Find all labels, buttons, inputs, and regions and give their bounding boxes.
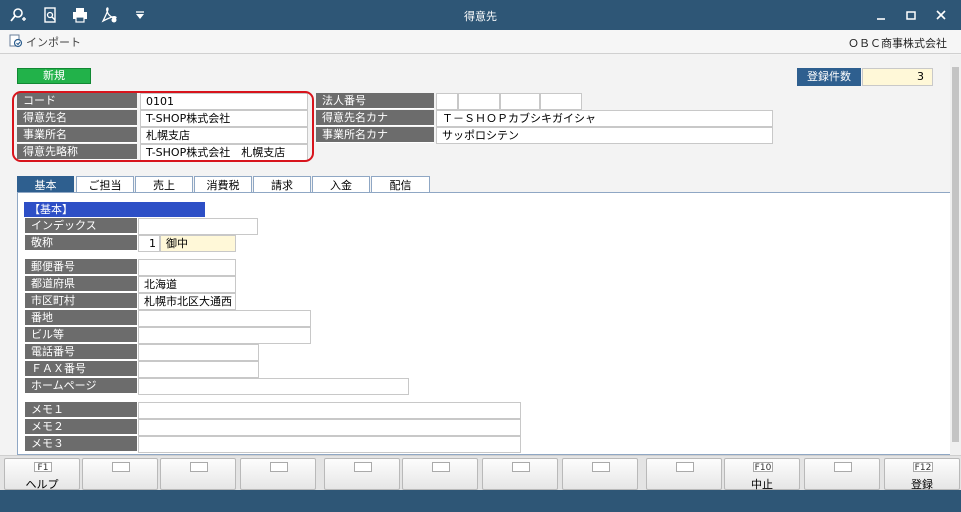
f8-button[interactable]: [562, 458, 638, 490]
f12-register-button[interactable]: F12 登録: [884, 458, 960, 491]
f10-cancel-button[interactable]: F10 中止: [724, 458, 800, 491]
import-icon: [9, 34, 23, 51]
import-label: インポート: [26, 36, 81, 49]
honorific-name-field: 御中: [160, 235, 236, 252]
corporate-number-field-2[interactable]: [458, 93, 500, 110]
homepage-field[interactable]: [138, 378, 409, 395]
homepage-label: ホームページ: [25, 378, 137, 394]
corporate-number-label: 法人番号: [316, 93, 434, 109]
status-bar: [0, 490, 961, 512]
record-count-value: 3: [862, 68, 933, 86]
f5-button[interactable]: [324, 458, 400, 490]
index-label: インデックス: [25, 218, 137, 234]
index-field[interactable]: [138, 218, 258, 235]
close-icon[interactable]: [930, 6, 952, 24]
memo3-field[interactable]: [138, 436, 521, 453]
memo2-label: メモ２: [25, 419, 137, 435]
corporate-number-field-4[interactable]: [540, 93, 582, 110]
memo2-field[interactable]: [138, 419, 521, 436]
fax-label: ＦＡＸ番号: [25, 361, 137, 377]
phone-field[interactable]: [138, 344, 259, 361]
address-field[interactable]: [138, 310, 311, 327]
postal-code-label: 郵便番号: [25, 259, 137, 275]
postal-code-field[interactable]: [138, 259, 236, 276]
honorific-label: 敬称: [25, 235, 137, 251]
building-field[interactable]: [138, 327, 311, 344]
title-bar: 得意先: [0, 0, 961, 30]
f6-button[interactable]: [402, 458, 478, 490]
customer-kana-field[interactable]: Ｔ－ＳＨＯＰカブシキガイシャ: [436, 110, 773, 127]
fax-field[interactable]: [138, 361, 259, 378]
section-title: 【基本】: [24, 202, 205, 217]
f11-button[interactable]: [804, 458, 880, 490]
city-field[interactable]: 札幌市北区大通西: [138, 293, 236, 310]
f3-button[interactable]: [160, 458, 236, 490]
mode-badge: 新規: [17, 68, 91, 84]
prefecture-label: 都道府県: [25, 276, 137, 292]
highlight-frame: [12, 91, 314, 162]
maximize-icon[interactable]: [900, 6, 922, 24]
vertical-scrollbar[interactable]: [950, 55, 961, 455]
corporate-number-field-3[interactable]: [500, 93, 540, 110]
office-kana-label: 事業所名カナ: [316, 127, 434, 143]
address-label: 番地: [25, 310, 137, 326]
f12-key-number: F12: [913, 462, 933, 473]
main-area: 新規 登録件数 3 コード 0101 得意先名 T-SHOP株式会社 事業所名 …: [0, 55, 961, 455]
scroll-thumb[interactable]: [952, 67, 959, 442]
office-kana-field[interactable]: サッポロシテン: [436, 127, 773, 144]
f1-help-button[interactable]: F1 ヘルプ: [4, 458, 80, 491]
f4-button[interactable]: [240, 458, 316, 490]
basic-panel: 【基本】 インデックス 敬称 1 御中 郵便番号 都道府県 北海道 市区町村 札…: [17, 192, 961, 455]
function-key-bar: F1 ヘルプ F10 中止 F12 登録: [0, 455, 961, 491]
f9-button[interactable]: [646, 458, 722, 490]
honorific-code-field[interactable]: 1: [138, 235, 160, 252]
f7-button[interactable]: [482, 458, 558, 490]
building-label: ビル等: [25, 327, 137, 343]
memo3-label: メモ３: [25, 436, 137, 452]
f10-key-number: F10: [753, 462, 773, 473]
phone-label: 電話番号: [25, 344, 137, 360]
window-title: 得意先: [464, 10, 497, 23]
prefecture-field[interactable]: 北海道: [138, 276, 236, 293]
minimize-icon[interactable]: [870, 6, 892, 24]
f1-key-number: F1: [34, 462, 52, 473]
f2-button[interactable]: [82, 458, 158, 490]
company-name: ＯＢＣ商事株式会社: [848, 37, 947, 50]
memo1-field[interactable]: [138, 402, 521, 419]
customer-kana-label: 得意先名カナ: [316, 110, 434, 126]
toolbar: インポート ＯＢＣ商事株式会社: [0, 30, 961, 54]
city-label: 市区町村: [25, 293, 137, 309]
record-count-label: 登録件数: [797, 68, 861, 86]
memo1-label: メモ１: [25, 402, 137, 418]
corporate-number-field-1[interactable]: [436, 93, 458, 110]
import-button[interactable]: インポート: [9, 33, 81, 51]
